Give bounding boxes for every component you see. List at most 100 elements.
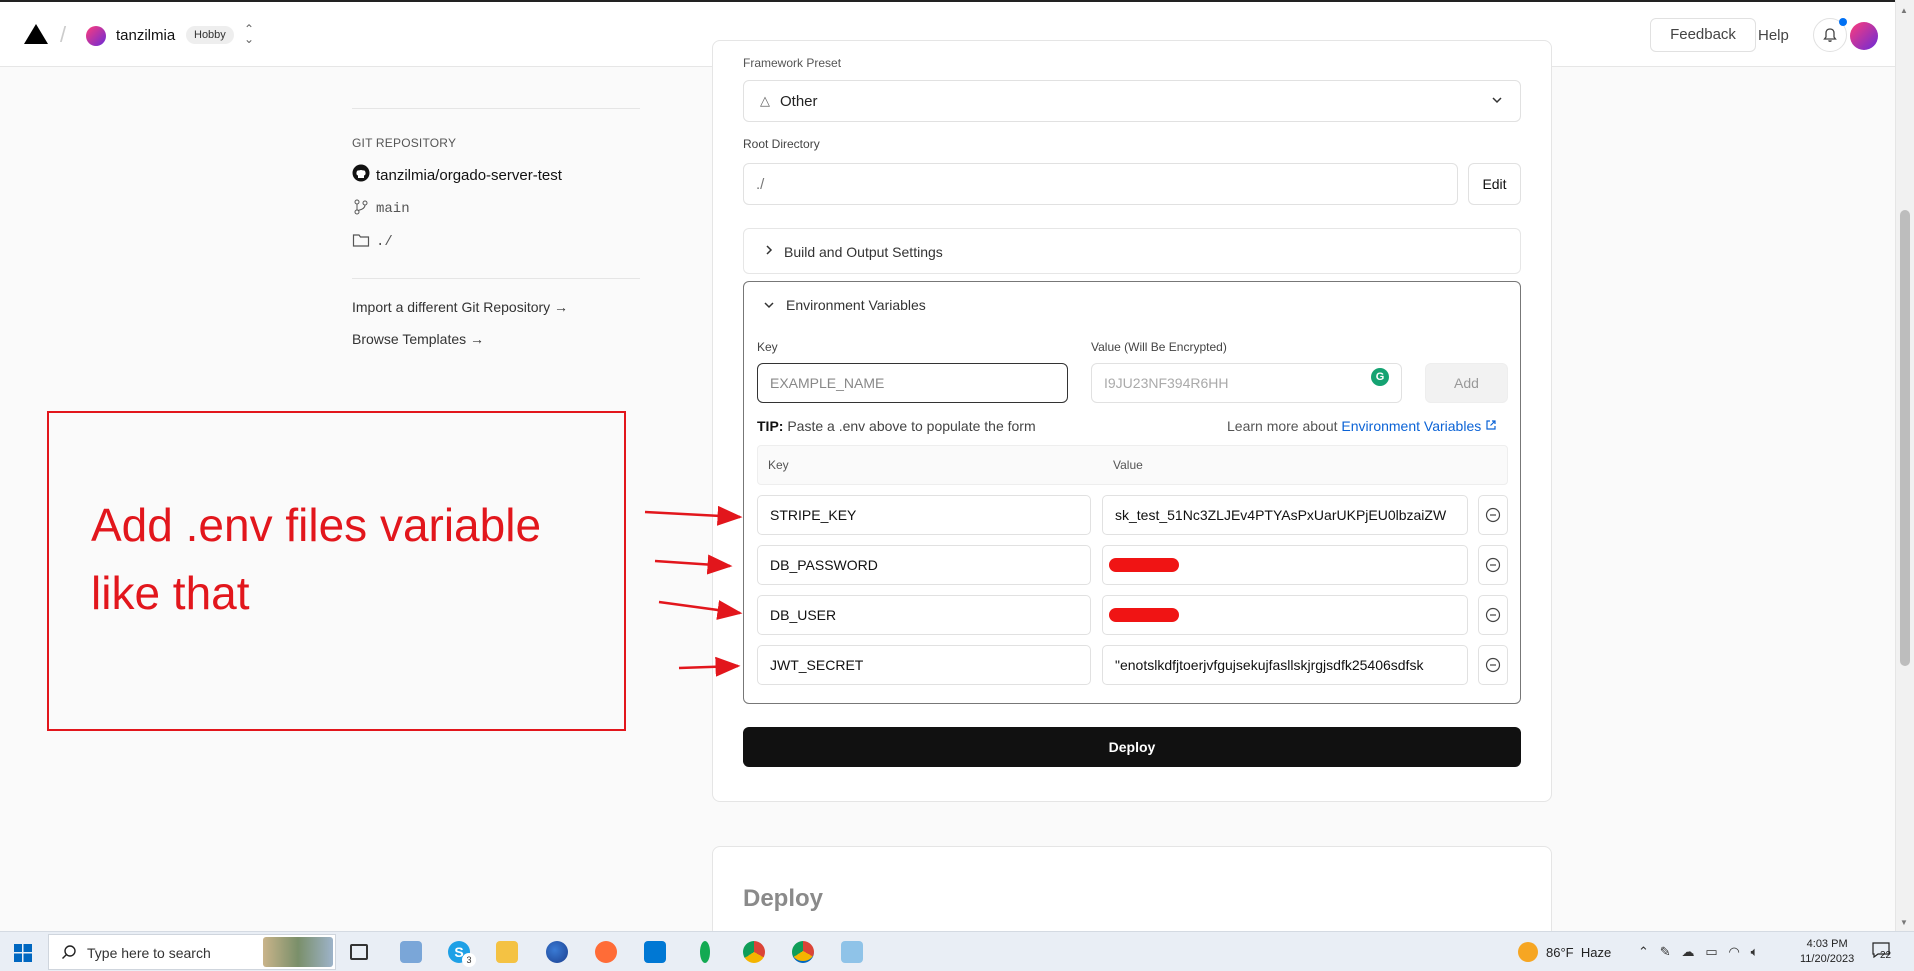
chevron-right-icon	[762, 243, 776, 262]
divider	[352, 278, 640, 279]
taskbar-search[interactable]: Type here to search	[48, 934, 336, 970]
table-value-header: Value	[1113, 458, 1143, 472]
edit-root-directory-button[interactable]: Edit	[1468, 163, 1521, 205]
redaction-mark	[1109, 558, 1179, 572]
task-view-icon[interactable]	[350, 944, 368, 960]
file-explorer-icon[interactable]	[496, 941, 518, 963]
repo-name[interactable]: tanzilmia/orgado-server-test	[376, 167, 562, 184]
grammarly-icon[interactable]: G	[1371, 368, 1389, 386]
environment-variables-section: Environment Variables Key Value (Will Be…	[743, 281, 1521, 704]
external-link-icon[interactable]	[1485, 419, 1497, 431]
windows-start-icon[interactable]	[14, 944, 32, 967]
chrome-profile-icon[interactable]	[792, 941, 814, 963]
minus-circle-icon	[1485, 507, 1501, 523]
team-switcher-icon[interactable]: ⌃ ⌄	[244, 23, 254, 45]
environment-variables-toggle[interactable]: Environment Variables	[762, 297, 926, 313]
browse-templates-link[interactable]: Browse Templates →	[352, 331, 640, 347]
annotation-text: Add .env files variable like that	[91, 499, 542, 619]
env-row-key[interactable]: DB_PASSWORD	[757, 545, 1091, 585]
minus-circle-icon	[1485, 657, 1501, 673]
chevron-down-icon	[1490, 93, 1504, 112]
taskbar-clock[interactable]: 4:03 PM 11/20/2023	[1800, 937, 1854, 967]
deploy-section-title: Deploy	[743, 885, 824, 912]
add-env-button[interactable]: Add	[1425, 363, 1508, 403]
vscode-icon[interactable]	[644, 941, 666, 963]
remove-env-button[interactable]	[1478, 495, 1508, 535]
divider	[352, 108, 640, 109]
branch-row: main	[352, 198, 640, 220]
user-avatar[interactable]	[1850, 22, 1878, 50]
wifi-icon[interactable]: ◠	[1728, 944, 1739, 959]
directory-row: ./	[352, 232, 640, 252]
env-row-value[interactable]	[1102, 595, 1468, 635]
notification-dot	[1839, 18, 1847, 26]
new-key-input[interactable]: EXAMPLE_NAME	[757, 363, 1068, 403]
system-tray-icons[interactable]: ⌃ ✎ ☁ ▭ ◠ 🔈︎	[1638, 944, 1758, 960]
search-icon	[61, 944, 77, 965]
env-row-key[interactable]: DB_USER	[757, 595, 1091, 635]
onedrive-icon[interactable]: ☁	[1682, 944, 1695, 959]
key-label: Key	[757, 340, 778, 354]
scroll-up-icon[interactable]: ▲	[1900, 6, 1908, 15]
search-highlight-image	[263, 937, 333, 967]
table-key-header: Key	[768, 458, 789, 472]
clock-time: 4:03 PM	[1806, 938, 1848, 950]
notification-center-icon[interactable]: 22	[1872, 942, 1898, 964]
root-directory-label: Root Directory	[743, 137, 820, 151]
skype-badge: 3	[462, 953, 476, 967]
tray-chevron-up-icon[interactable]: ⌃	[1638, 944, 1649, 959]
feedback-button[interactable]: Feedback	[1650, 18, 1756, 52]
directory-path: ./	[376, 234, 393, 250]
pen-icon[interactable]: ✎	[1660, 944, 1671, 959]
env-row-value[interactable]	[1102, 545, 1468, 585]
env-row-key[interactable]: STRIPE_KEY	[757, 495, 1091, 535]
remove-env-button[interactable]	[1478, 595, 1508, 635]
weather-desc: Haze	[1580, 944, 1612, 960]
deploy-button[interactable]: Deploy	[743, 727, 1521, 767]
env-row-value[interactable]: sk_test_51Nc3ZLJEv4PTYAsPxUarUKPjEU0lbza…	[1102, 495, 1468, 535]
scroll-down-icon[interactable]: ▼	[1900, 918, 1908, 927]
display-icon[interactable]: ▭	[1705, 944, 1717, 959]
skype-icon[interactable]: S3	[448, 941, 476, 967]
build-output-settings-toggle[interactable]: Build and Output Settings	[743, 228, 1521, 274]
tip-prefix: TIP:	[757, 418, 784, 434]
repo-sidebar: GIT REPOSITORY tanzilmia/orgado-server-t…	[352, 108, 640, 347]
remove-env-button[interactable]	[1478, 545, 1508, 585]
env-row-value[interactable]: "enotslkdfjtoerjvfgujsekujfasllskjrgjsdf…	[1102, 645, 1468, 685]
env-table-header: Key Value	[757, 445, 1508, 485]
learn-more-text: Learn more about	[1227, 418, 1338, 434]
weather-widget[interactable]: 86°F Haze	[1518, 942, 1611, 962]
root-directory-input[interactable]: ./	[743, 163, 1458, 205]
remove-env-button[interactable]	[1478, 645, 1508, 685]
environment-variables-title: Environment Variables	[786, 297, 926, 313]
windows-taskbar: Type here to search S3 86°F Haze ⌃ ✎ ☁ ▭…	[0, 931, 1914, 971]
env-row-key[interactable]: JWT_SECRET	[757, 645, 1091, 685]
scrollbar-thumb[interactable]	[1900, 210, 1910, 666]
volume-icon[interactable]: 🔈︎	[1751, 944, 1759, 959]
env-docs-link[interactable]: Environment Variables	[1341, 418, 1481, 434]
vercel-logo-icon[interactable]	[24, 24, 48, 44]
framework-preset-select[interactable]: △ Other	[743, 80, 1521, 122]
breadcrumb-separator: /	[60, 22, 67, 47]
chevron-down-icon	[764, 302, 774, 309]
notification-count: 22	[1880, 950, 1892, 961]
team-name[interactable]: tanzilmia	[116, 27, 175, 44]
bell-icon	[1823, 28, 1837, 42]
firefox-icon[interactable]	[546, 941, 568, 963]
import-repo-link[interactable]: Import a different Git Repository →	[352, 299, 640, 315]
app-icon[interactable]	[841, 941, 863, 963]
github-icon	[352, 164, 370, 186]
page-scrollbar[interactable]: ▲ ▼	[1895, 0, 1914, 931]
repo-name-row: tanzilmia/orgado-server-test	[352, 164, 640, 186]
mongodb-icon[interactable]	[700, 941, 710, 963]
help-link[interactable]: Help	[1758, 27, 1789, 44]
new-value-input[interactable]: I9JU23NF394R6HH G	[1091, 363, 1402, 403]
team-avatar[interactable]	[86, 26, 106, 46]
chrome-icon[interactable]	[743, 941, 765, 963]
notifications-button[interactable]	[1813, 18, 1847, 52]
app-icon[interactable]	[400, 941, 422, 963]
redaction-mark	[1109, 608, 1179, 622]
postman-icon[interactable]	[595, 941, 617, 963]
env-tip: TIP: Paste a .env above to populate the …	[757, 418, 1036, 434]
minus-circle-icon	[1485, 607, 1501, 623]
